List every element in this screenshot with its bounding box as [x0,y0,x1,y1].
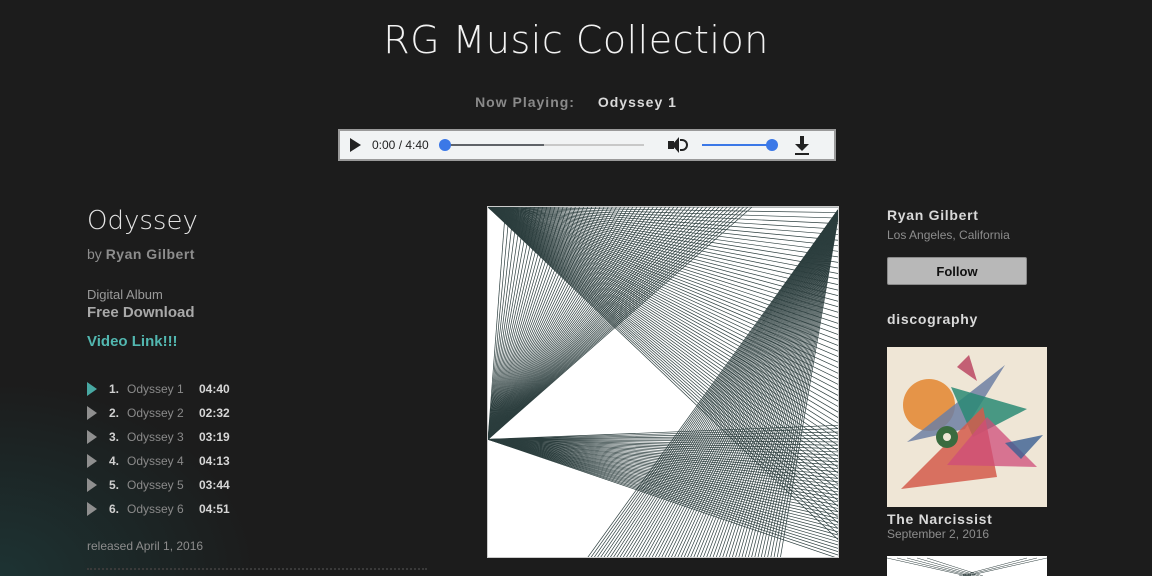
site-title: RG Music Collection [383,18,769,62]
artist-link[interactable]: Ryan Gilbert [106,246,195,262]
track-play-icon[interactable] [87,430,97,444]
track-duration: 04:13 [199,454,230,468]
seek-bar[interactable] [439,139,644,151]
seek-handle[interactable] [439,139,451,151]
now-playing-label: Now Playing: [475,94,575,110]
album-cover[interactable] [487,206,839,558]
track-play-icon[interactable] [87,382,97,396]
album-description [87,568,427,570]
track-number: 2. [109,406,120,420]
track-duration: 04:40 [199,382,230,396]
track-number: 1. [109,382,120,396]
volume-handle[interactable] [766,139,778,151]
volume-slider[interactable] [702,139,778,151]
album-format: Digital Album [87,287,163,302]
track-duration: 02:32 [199,406,230,420]
track-name[interactable]: Odyssey 4 [127,454,199,468]
sidebar-artist-name[interactable]: Ryan Gilbert [887,207,979,223]
discography-heading: discography [887,311,978,327]
volume-icon[interactable] [668,136,688,154]
track-name[interactable]: Odyssey 1 [127,382,199,396]
track-play-icon[interactable] [87,406,97,420]
follow-button[interactable]: Follow [887,257,1027,285]
track-number: 3. [109,430,120,444]
track-play-icon[interactable] [87,478,97,492]
track-list: 1. Odyssey 1 04:40 2. Odyssey 2 02:32 3. Odysse… [87,377,287,521]
track-number: 5. [109,478,120,492]
track-name[interactable]: Odyssey 5 [127,478,199,492]
release-date: released April 1, 2016 [87,539,204,553]
free-download-link[interactable]: Free Download [87,304,195,321]
audio-player: 0:00 / 4:40 [338,129,836,161]
track-row[interactable]: 4. Odyssey 4 04:13 [87,449,287,473]
track-row[interactable]: 2. Odyssey 2 02:32 [87,401,287,425]
track-row[interactable]: 6. Odyssey 6 04:51 [87,497,287,521]
track-number: 4. [109,454,120,468]
track-play-icon[interactable] [87,502,97,516]
time-display: 0:00 / 4:40 [372,138,429,152]
track-number: 6. [109,502,120,516]
track-name[interactable]: Odyssey 2 [127,406,199,420]
artist-location: Los Angeles, California [887,228,1010,242]
track-name[interactable]: Odyssey 3 [127,430,199,444]
track-duration: 04:51 [199,502,230,516]
album-title: Odyssey [87,206,198,236]
narcissist-cover-art [887,347,1047,507]
discography-album-art-2[interactable] [887,556,1047,576]
now-playing-track: Odyssey 1 [597,94,677,110]
byline: by Ryan Gilbert [87,246,195,262]
discography-title[interactable]: The Narcissist [887,511,993,527]
track-row[interactable]: 1. Odyssey 1 04:40 [87,377,287,401]
album-cover-art [488,207,838,557]
track-duration: 03:44 [199,478,230,492]
video-link[interactable]: Video Link!!! [87,333,178,350]
discography-date: September 2, 2016 [887,527,990,541]
track-row[interactable]: 3. Odyssey 3 03:19 [87,425,287,449]
track-row[interactable]: 5. Odyssey 5 03:44 [87,473,287,497]
track-name[interactable]: Odyssey 6 [127,502,199,516]
track-duration: 03:19 [199,430,230,444]
download-icon[interactable] [794,135,810,155]
discography-album-art[interactable] [887,347,1047,507]
track-play-icon[interactable] [87,454,97,468]
by-label: by [87,246,102,262]
now-playing: Now Playing: Odyssey 1 [0,94,1152,110]
play-icon[interactable] [350,138,361,152]
seek-buffered [444,144,544,146]
